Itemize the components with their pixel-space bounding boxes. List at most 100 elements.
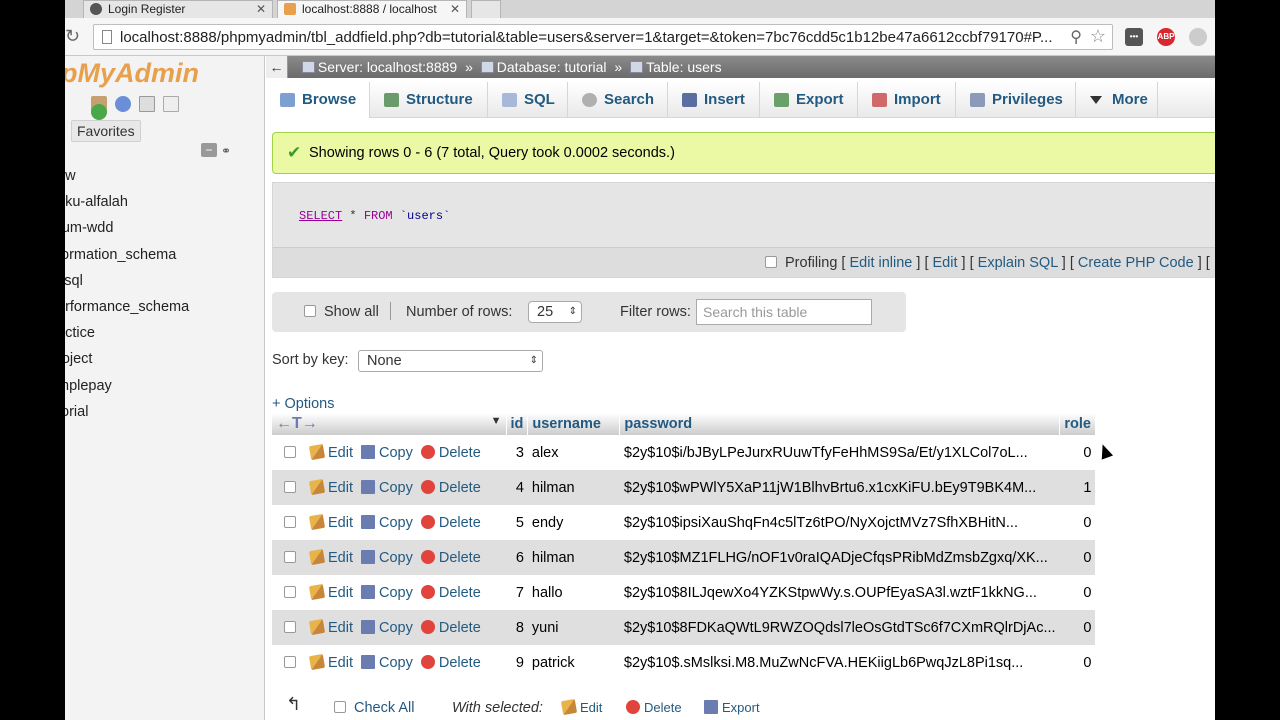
sort-key-select[interactable]: None ⇕ — [358, 350, 543, 372]
cell-password[interactable]: $2y$10$i/bJByLPeJurxRUuwTfyFeHhMS9Sa/Et/… — [619, 435, 1060, 470]
tab-import[interactable]: Import — [858, 82, 956, 118]
cell-id[interactable]: 3 — [506, 435, 528, 470]
row-copy-button[interactable]: Copy — [361, 514, 413, 531]
extension-menu-icon[interactable]: ••• — [1125, 28, 1143, 46]
filter-rows-input[interactable]: Search this table — [696, 299, 872, 325]
explain-sql-link[interactable]: Explain SQL — [978, 255, 1058, 271]
profiling-checkbox[interactable] — [765, 256, 777, 268]
cell-role[interactable]: 0 — [1059, 645, 1096, 680]
phpmyadmin-logo[interactable]: pMyAdmin — [65, 58, 199, 89]
column-header-id[interactable]: id — [506, 413, 529, 435]
column-resize-icon[interactable]: ←T→ — [276, 415, 318, 432]
refresh-link[interactable]: R — [1214, 255, 1215, 271]
edit-inline-link[interactable]: Edit inline — [849, 255, 912, 271]
cell-role[interactable]: 0 — [1059, 540, 1096, 575]
tab-structure[interactable]: Structure — [370, 82, 488, 118]
row-delete-button[interactable]: Delete — [420, 444, 481, 461]
row-edit-button[interactable]: Edit — [308, 618, 353, 636]
row-delete-button[interactable]: Delete — [420, 619, 481, 636]
row-edit-button[interactable]: Edit — [308, 443, 353, 461]
bulk-export-button[interactable]: Export — [704, 696, 760, 720]
zoom-icon[interactable]: ⚲ — [1070, 27, 1082, 47]
row-checkbox[interactable] — [284, 515, 296, 528]
tab-sql[interactable]: SQL — [488, 82, 568, 118]
cell-username[interactable]: yuni — [527, 610, 620, 645]
cell-password[interactable]: $2y$10$.sMslksi.M8.MuZwNcFVA.HEKiigLb6Pw… — [619, 645, 1060, 680]
browser-tab-phpmyadmin[interactable]: localhost:8888 / localhost ✕ — [277, 0, 467, 18]
check-all-checkbox[interactable] — [334, 701, 346, 713]
row-copy-button[interactable]: Copy — [361, 549, 413, 566]
cell-role[interactable]: 0 — [1059, 505, 1096, 540]
table-row[interactable]: Edit Copy Delete 6 hilman $2y$10$MZ1FLHG/nOF1… — [272, 540, 1096, 575]
cell-username[interactable]: hilman — [527, 540, 620, 575]
database-item[interactable]: erformance_schema — [65, 299, 189, 325]
row-delete-button[interactable]: Delete — [420, 514, 481, 531]
bulk-edit-button[interactable]: Edit — [560, 696, 602, 720]
column-header-password[interactable]: password — [619, 413, 1061, 435]
row-edit-button[interactable]: Edit — [308, 478, 353, 496]
cell-role[interactable]: 0 — [1059, 575, 1096, 610]
cell-username[interactable]: endy — [527, 505, 620, 540]
row-edit-button[interactable]: Edit — [308, 513, 353, 531]
row-copy-button[interactable]: Copy — [361, 444, 413, 461]
table-row[interactable]: Edit Copy Delete 4 hilman $2y$10$wPWlY5XaP11j… — [272, 470, 1096, 505]
table-row[interactable]: Edit Copy Delete 8 yuni $2y$10$8FDKaQWtL9RWZO… — [272, 610, 1096, 645]
new-tab-button[interactable] — [471, 0, 501, 18]
database-item[interactable]: mplepay — [65, 378, 189, 404]
row-checkbox[interactable] — [284, 620, 296, 633]
row-checkbox[interactable] — [284, 550, 296, 563]
cell-id[interactable]: 5 — [506, 505, 528, 540]
row-copy-button[interactable]: Copy — [361, 654, 413, 671]
database-item[interactable]: ysql — [65, 273, 189, 299]
database-item[interactable]: formation_schema — [65, 247, 189, 273]
sort-dropdown-icon[interactable]: ▼ — [491, 415, 502, 427]
tab-more[interactable]: More — [1076, 82, 1158, 118]
row-copy-button[interactable]: Copy — [361, 619, 413, 636]
check-all-toggle[interactable]: Check All — [334, 696, 414, 720]
row-checkbox[interactable] — [284, 585, 296, 598]
row-delete-button[interactable]: Delete — [420, 584, 481, 601]
tab-browse[interactable]: Browse — [266, 82, 370, 118]
row-checkbox[interactable] — [284, 655, 296, 668]
table-row[interactable]: Edit Copy Delete 3 alex $2y$10$i/bJByLPeJurxR… — [272, 435, 1096, 470]
column-header-username[interactable]: username — [527, 413, 621, 435]
tab-insert[interactable]: Insert — [668, 82, 760, 118]
cell-username[interactable]: patrick — [527, 645, 620, 680]
cell-role[interactable]: 1 — [1059, 470, 1096, 505]
rows-per-page-select[interactable]: 25 ⇕ — [528, 301, 582, 323]
row-copy-button[interactable]: Copy — [361, 584, 413, 601]
table-row[interactable]: Edit Copy Delete 7 hallo $2y$10$8ILJqewXo4YZK… — [272, 575, 1096, 610]
row-edit-button[interactable]: Edit — [308, 548, 353, 566]
column-toggle-header[interactable]: ←T→ ▼ — [272, 413, 507, 435]
table-row[interactable]: Edit Copy Delete 9 patrick $2y$10$.sMslksi.M8… — [272, 645, 1096, 680]
tab-privileges[interactable]: Privileges — [956, 82, 1076, 118]
cell-password[interactable]: $2y$10$8ILJqewXo4YZKStpwWy.s.OUPfEyaSA3l… — [619, 575, 1060, 610]
breadcrumb-table[interactable]: Table: users — [646, 59, 721, 75]
help-icon[interactable] — [114, 96, 131, 112]
url-text[interactable]: localhost:8888/phpmyadmin/tbl_addfield.p… — [120, 29, 1060, 46]
cell-username[interactable]: hilman — [527, 470, 620, 505]
reload-icon[interactable]: ↻ — [65, 26, 80, 47]
database-item[interactable]: rum-wdd — [65, 220, 189, 246]
tab-export[interactable]: Export — [760, 82, 858, 118]
settings-icon[interactable] — [162, 96, 179, 112]
cell-id[interactable]: 9 — [506, 645, 528, 680]
adblock-icon[interactable]: ABP — [1157, 28, 1175, 46]
options-link[interactable]: + Options — [272, 396, 334, 412]
table-row[interactable]: Edit Copy Delete 5 endy $2y$10$ipsiXauShqFn4c… — [272, 505, 1096, 540]
database-item[interactable]: roject — [65, 351, 189, 377]
favorites-tab[interactable]: Favorites — [71, 120, 141, 142]
close-tab-icon[interactable]: ✕ — [256, 2, 266, 16]
database-item[interactable]: ew — [65, 168, 189, 194]
collapse-all-icon[interactable]: − — [201, 143, 217, 157]
address-bar[interactable]: localhost:8888/phpmyadmin/tbl_addfield.p… — [93, 24, 1113, 50]
edit-link[interactable]: Edit — [933, 255, 958, 271]
show-all-checkbox[interactable] — [304, 305, 316, 317]
database-item[interactable]: uku-alfalah — [65, 194, 189, 220]
bulk-delete-button[interactable]: Delete — [626, 696, 682, 720]
extension-icon[interactable] — [1189, 28, 1207, 46]
show-all-toggle[interactable]: Show all — [304, 292, 379, 332]
create-php-code-link[interactable]: Create PHP Code — [1078, 255, 1194, 271]
cell-password[interactable]: $2y$10$ipsiXauShqFn4c5lTz6tPO/NyXojctMVz… — [619, 505, 1060, 540]
cell-username[interactable]: alex — [527, 435, 620, 470]
